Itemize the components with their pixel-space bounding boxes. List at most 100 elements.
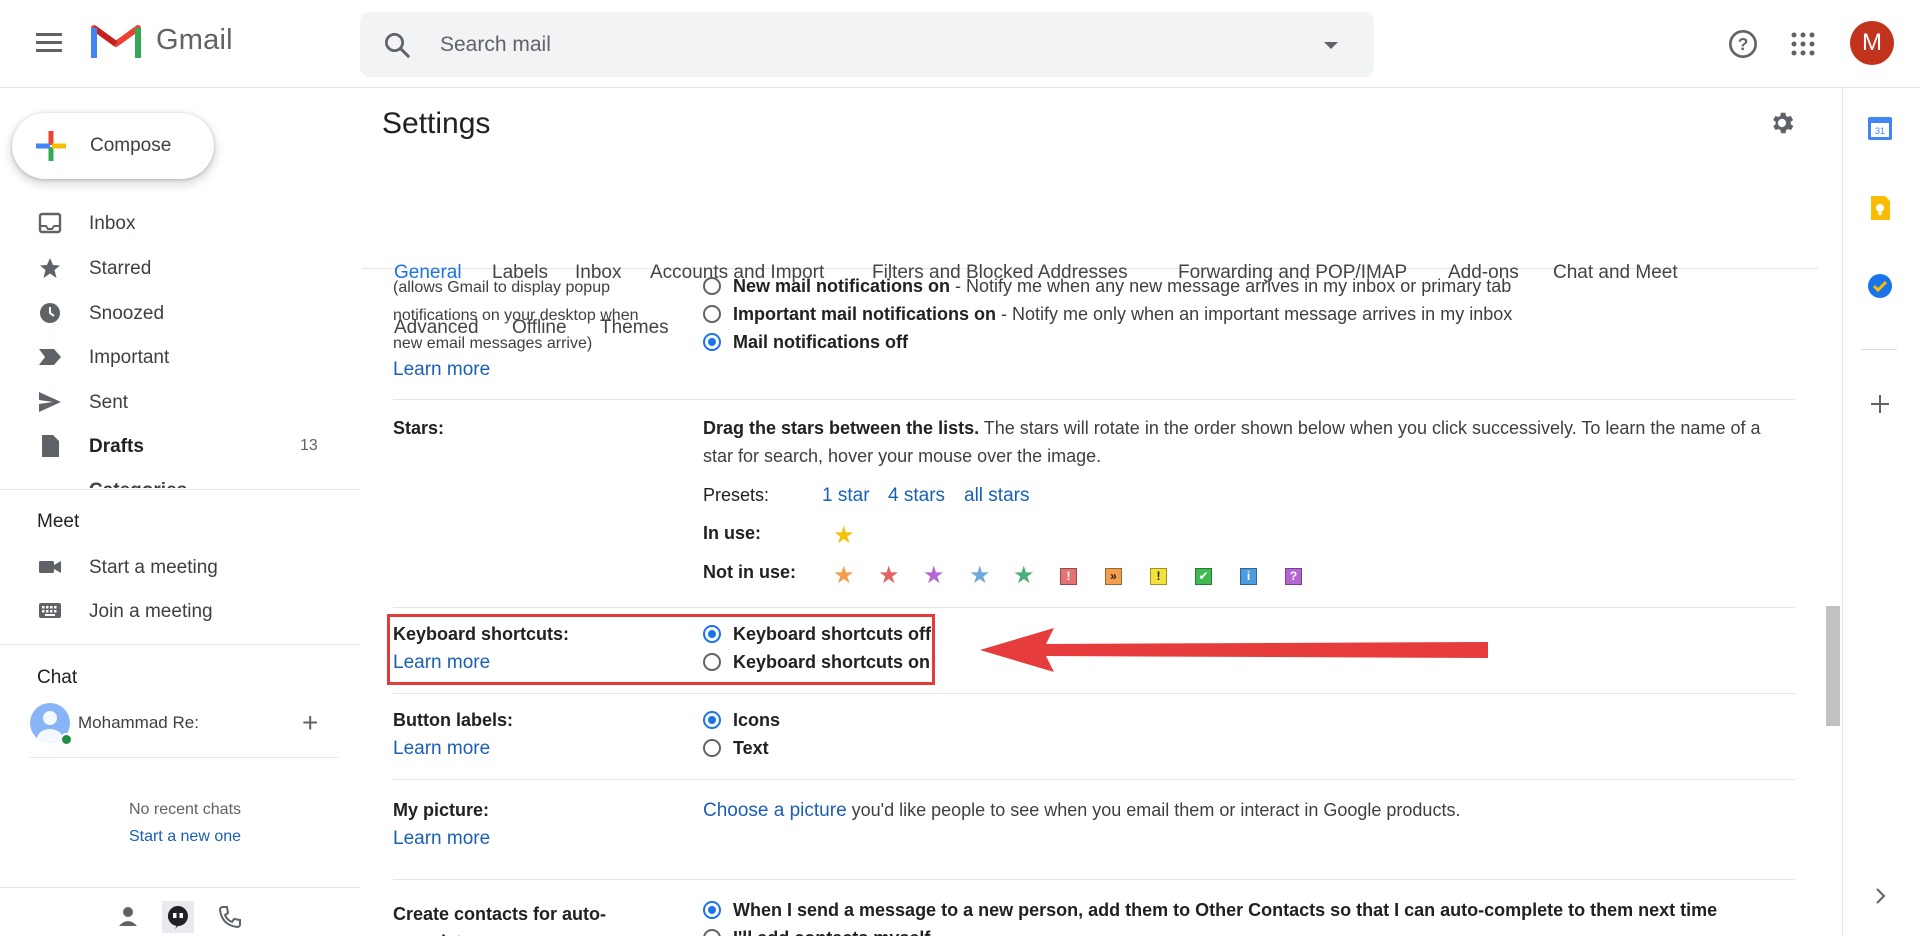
create-contacts-row: Create contacts for auto- complete: When… — [393, 880, 1795, 936]
gear-icon[interactable] — [1768, 109, 1796, 137]
search-options-icon[interactable] — [1324, 42, 1338, 49]
radio-button[interactable] — [703, 305, 721, 323]
nav-item-inbox[interactable]: Inbox — [0, 201, 340, 245]
preset-all-stars[interactable]: all stars — [964, 485, 1029, 507]
desktop-notifications-row: (allows Gmail to display popup notificat… — [393, 270, 1795, 400]
nav-item-snoozed[interactable]: Snoozed — [0, 291, 340, 335]
draft-icon — [42, 435, 59, 457]
expand-side-panel-icon[interactable] — [1865, 881, 1895, 911]
stars-instructions: Drag the stars between the lists. The st… — [703, 414, 1793, 470]
yellow-star-icon[interactable]: ★ — [833, 524, 855, 548]
radio-button[interactable] — [703, 739, 721, 757]
nav-item-categories[interactable]: Categories — [89, 480, 209, 488]
tasks-icon[interactable] — [1865, 271, 1895, 301]
nav-divider — [0, 644, 360, 645]
radio-button-selected[interactable] — [703, 711, 721, 729]
compose-label: Compose — [90, 135, 172, 156]
side-panel-divider — [1861, 349, 1897, 350]
blue-star-icon[interactable]: ★ — [969, 564, 991, 588]
nav-item-label: Snoozed — [89, 303, 165, 324]
hangouts-chat-icon[interactable] — [162, 901, 194, 933]
keyboard-shortcuts-highlight-box — [387, 614, 935, 685]
nav-item-drafts[interactable]: Drafts 13 — [0, 424, 340, 468]
option-title: Text — [733, 738, 769, 758]
preset-1-star[interactable]: 1 star — [822, 485, 870, 507]
phone-icon[interactable] — [214, 901, 246, 933]
nav-divider — [30, 757, 338, 758]
stars-row: Stars: Drag the stars between the lists.… — [393, 400, 1795, 608]
green-check-icon[interactable]: ✔ — [1195, 568, 1212, 585]
search-input[interactable] — [440, 30, 1240, 60]
video-camera-icon — [39, 561, 61, 573]
keep-icon[interactable] — [1865, 193, 1895, 223]
gmail-m-icon — [91, 25, 141, 58]
search-icon[interactable] — [382, 30, 412, 60]
choose-picture-link[interactable]: Choose a picture — [703, 800, 847, 821]
nav-divider — [0, 887, 360, 888]
radio-button[interactable] — [703, 929, 721, 936]
radio-button-selected[interactable] — [703, 333, 721, 351]
create-contacts-label: Create contacts for auto- complete: — [393, 900, 606, 936]
option-title: I'll add contacts myself — [733, 928, 930, 936]
add-chat-icon[interactable]: + — [302, 707, 318, 739]
green-star-icon[interactable]: ★ — [1013, 564, 1035, 588]
search-bar[interactable] — [360, 12, 1374, 77]
keyboard-icon — [39, 603, 61, 618]
yellow-bang-icon[interactable]: ! — [1150, 568, 1167, 585]
learn-more-link[interactable]: Learn more — [393, 828, 490, 850]
google-apps-icon[interactable] — [1791, 32, 1815, 56]
scrollbar-thumb[interactable] — [1826, 606, 1840, 726]
my-picture-description: Choose a picture you'd like people to se… — [703, 800, 1460, 822]
new-mail-notifications-option[interactable]: New mail notifications on - Notify me wh… — [703, 276, 1511, 297]
nav-item-starred[interactable]: Starred — [0, 246, 340, 290]
button-labels-icons-option[interactable]: Icons — [703, 710, 780, 731]
compose-button[interactable]: Compose — [12, 113, 214, 179]
add-addon-icon[interactable] — [1865, 389, 1895, 419]
left-navigation: Compose Inbox Starred Snoozed Important … — [0, 89, 360, 936]
account-avatar[interactable]: M — [1850, 21, 1894, 65]
gmail-logo[interactable]: Gmail — [90, 20, 233, 60]
auto-add-contacts-option[interactable]: When I send a message to a new person, a… — [703, 900, 1717, 921]
settings-content: (allows Gmail to display popup notificat… — [362, 270, 1818, 936]
red-star-icon[interactable]: ★ — [878, 564, 900, 588]
nav-item-important[interactable]: Important — [0, 335, 340, 379]
settings-tabs: General Labels Inbox Accounts and Import… — [362, 159, 1818, 338]
nav-item-label: Inbox — [89, 213, 136, 234]
blue-info-icon[interactable]: i — [1240, 568, 1257, 585]
purple-question-icon[interactable]: ? — [1285, 568, 1302, 585]
start-meeting-button[interactable]: Start a meeting — [0, 545, 340, 589]
help-icon[interactable]: ? — [1727, 28, 1759, 60]
nav-item-sent[interactable]: Sent — [0, 380, 340, 424]
in-use-label: In use: — [703, 523, 762, 543]
description-line: (allows Gmail to display popup — [393, 279, 610, 296]
contacts-person-icon[interactable] — [112, 901, 144, 933]
radio-button-selected[interactable] — [703, 901, 721, 919]
presets-label: Presets: — [703, 485, 770, 505]
purple-star-icon[interactable]: ★ — [923, 564, 945, 588]
learn-more-link[interactable]: Learn more — [393, 738, 490, 760]
mail-notifications-off-option[interactable]: Mail notifications off — [703, 332, 908, 353]
chat-contact[interactable]: Mohammad Re: + — [30, 703, 340, 747]
chat-contact-name: Mohammad Re: — [78, 713, 199, 732]
meet-section-title: Meet — [37, 511, 80, 532]
red-bang-icon[interactable]: ! — [1060, 568, 1077, 585]
radio-button[interactable] — [703, 277, 721, 295]
preset-4-stars[interactable]: 4 stars — [888, 485, 945, 507]
svg-text:?: ? — [1738, 34, 1749, 54]
option-title: Important mail notifications on — [733, 304, 997, 324]
manual-add-contacts-option[interactable]: I'll add contacts myself — [703, 928, 930, 936]
start-new-chat-link[interactable]: Start a new one — [0, 828, 370, 846]
orange-guillemet-icon[interactable]: » — [1105, 568, 1122, 585]
button-labels-text-option[interactable]: Text — [703, 738, 769, 759]
description-line: new email messages arrive) — [393, 335, 593, 352]
orange-star-icon[interactable]: ★ — [833, 564, 855, 588]
learn-more-link[interactable]: Learn more — [393, 359, 490, 381]
join-meeting-button[interactable]: Join a meeting — [0, 589, 340, 633]
important-mail-notifications-option[interactable]: Important mail notifications on - Notify… — [703, 304, 1512, 325]
clock-icon — [40, 303, 60, 323]
main-menu-button[interactable] — [32, 28, 68, 60]
calendar-icon[interactable]: 31 — [1865, 113, 1895, 143]
nav-divider — [0, 489, 360, 490]
nav-item-label: Drafts — [89, 436, 144, 457]
inbox-icon — [38, 212, 62, 234]
